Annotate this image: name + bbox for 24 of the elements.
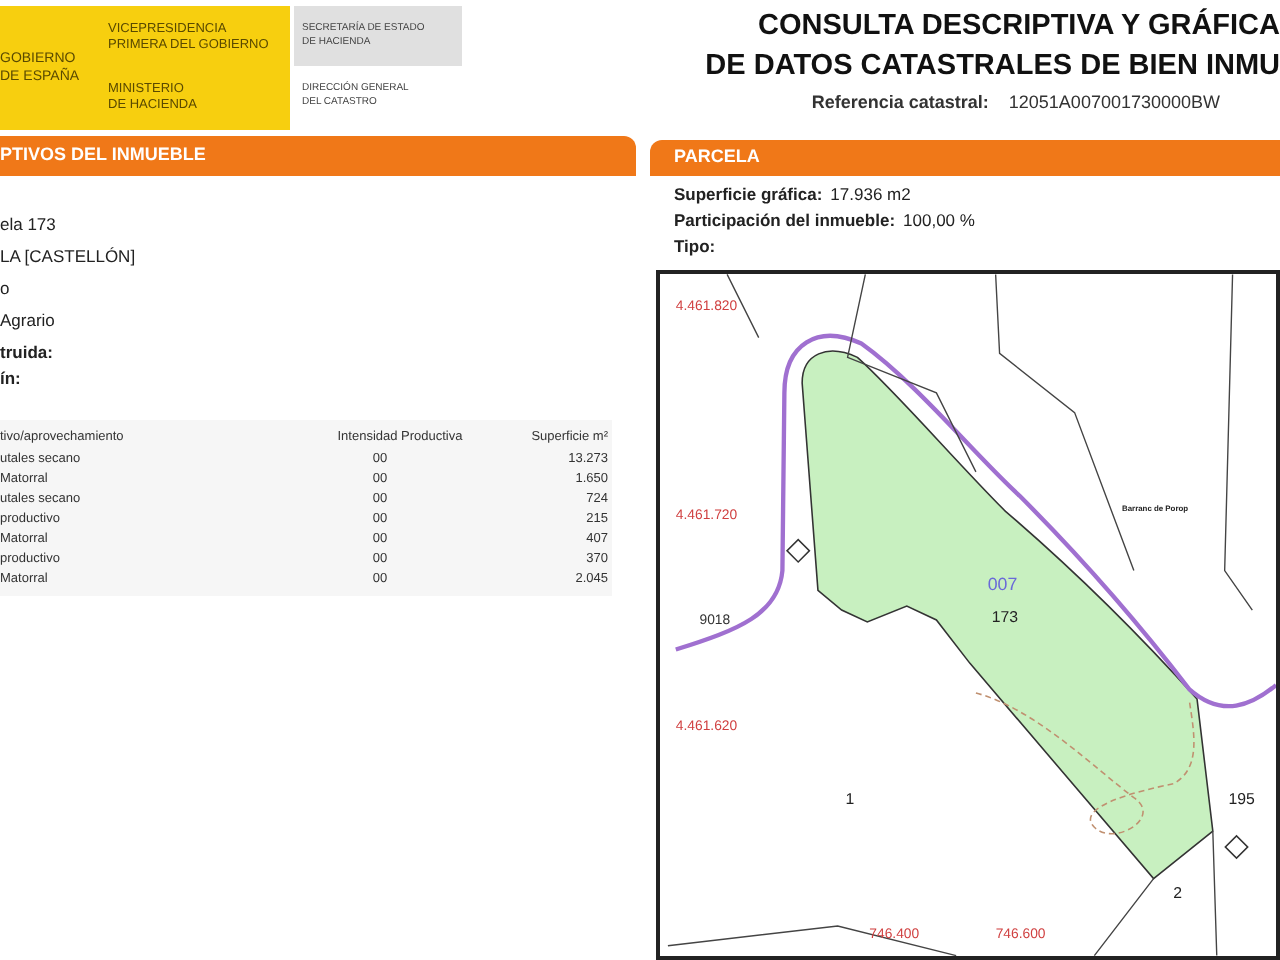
- field-value: 17.936 m2: [830, 182, 911, 208]
- map-label: 173: [991, 607, 1018, 626]
- section-header: PTIVOS DEL INMUEBLE: [0, 136, 636, 176]
- building-icon: [785, 538, 811, 564]
- section-header: PARCELA: [650, 140, 1280, 176]
- property-text: LA [CASTELLÓN]: [0, 244, 138, 268]
- document-title: CONSULTA DESCRIPTIVA Y GRÁFICA: [757, 6, 1280, 46]
- map-label: 2: [1173, 884, 1183, 903]
- map-label: 007: [987, 574, 1018, 595]
- field-value: 100,00 %: [903, 208, 975, 234]
- property-text: Agrario: [0, 308, 57, 332]
- map-label: 195: [1228, 789, 1255, 808]
- field-label: Participación del inmueble:: [674, 208, 896, 234]
- field-label: Superficie gráfica:: [674, 182, 823, 208]
- property-text: ela 173: [0, 212, 58, 236]
- field-value: 12051A007001730000BW: [1008, 90, 1220, 116]
- property-text: ín:: [0, 366, 23, 390]
- property-text: o: [0, 276, 12, 300]
- building-icon: [1224, 834, 1249, 860]
- map-label: 1: [845, 789, 855, 808]
- document-title: DE DATOS CATASTRALES DE BIEN INMU: [705, 48, 1280, 86]
- property-text: truida:: [0, 340, 55, 364]
- field-label: Referencia catastral:: [811, 90, 989, 116]
- field-label: Tipo:: [674, 234, 716, 260]
